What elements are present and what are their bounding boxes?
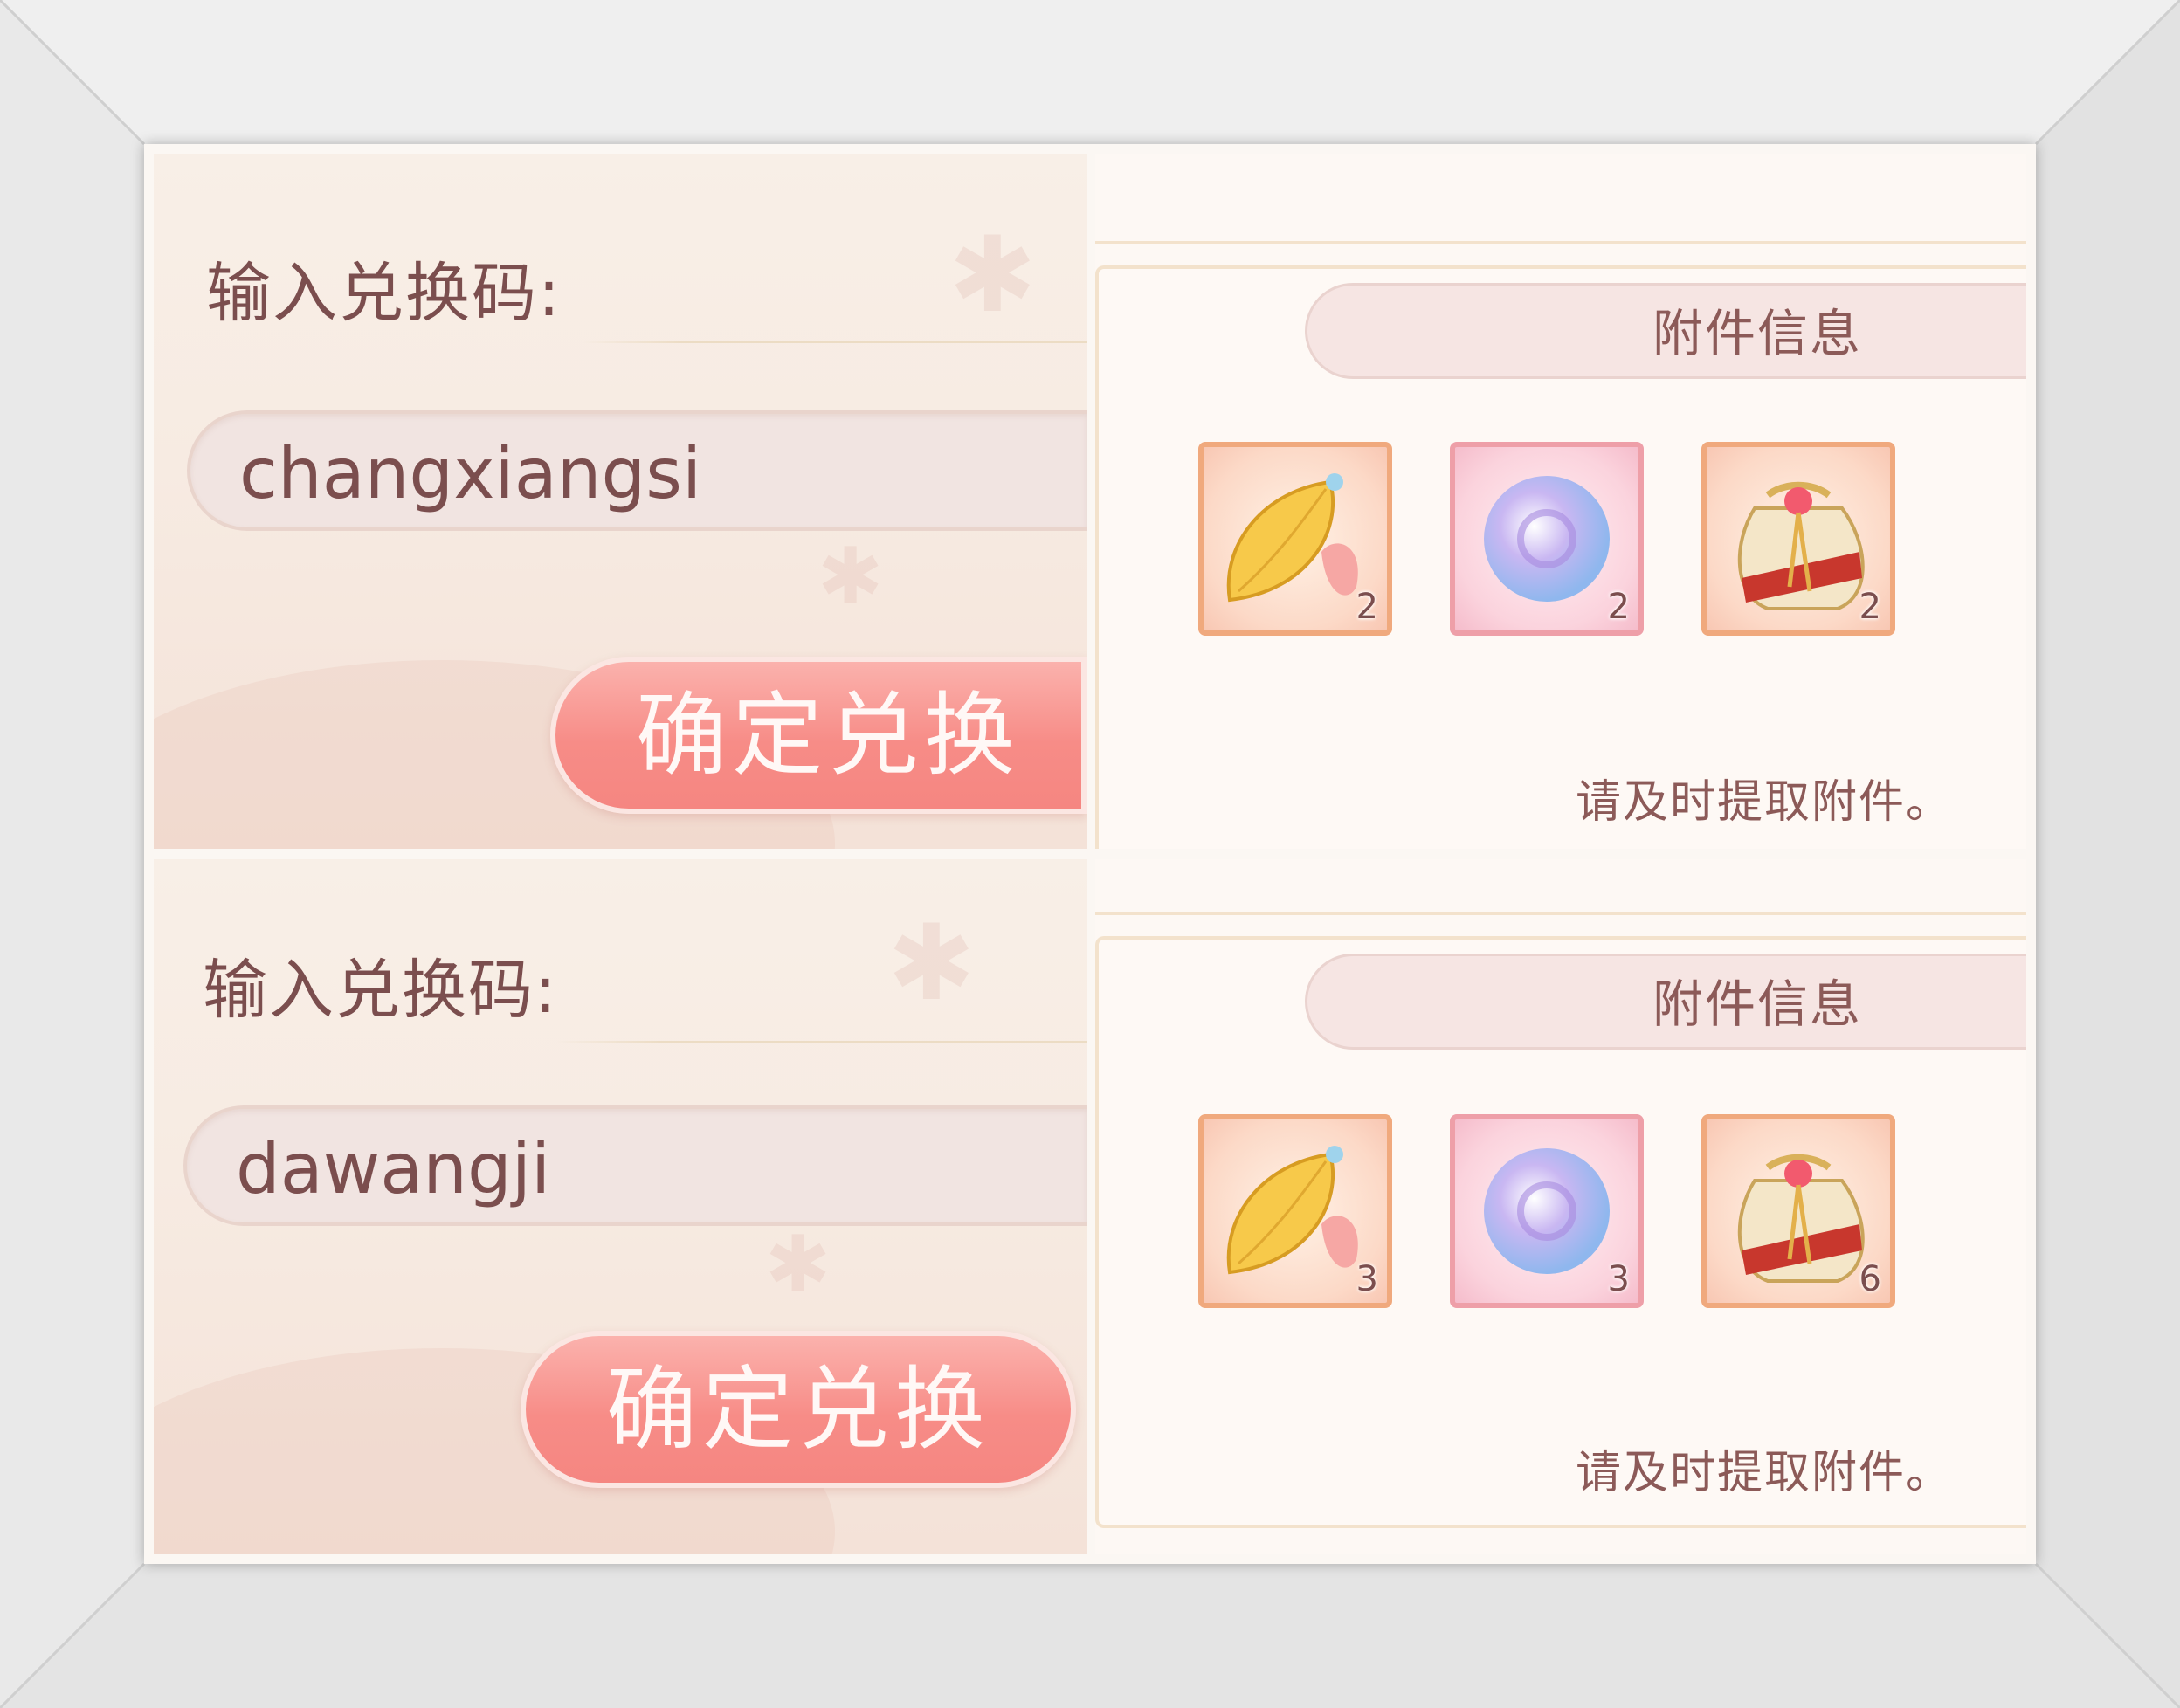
- item-count: 2: [1859, 587, 1881, 627]
- reward-item-2[interactable]: 3: [1450, 1114, 1644, 1308]
- redeem-panel-bottom: ✱ ✱ 输入兑换码: dawangji 确定兑换: [154, 859, 1087, 1554]
- item-count: 6: [1859, 1259, 1881, 1299]
- redeem-panel-top: ✱ ✱ 输入兑换码: changxiangsi 确定兑换: [154, 154, 1087, 849]
- maple-leaf-icon: ✱: [765, 1219, 831, 1311]
- item-count: 3: [1356, 1259, 1378, 1299]
- item-count: 3: [1607, 1259, 1630, 1299]
- redeem-code-input[interactable]: dawangji: [183, 1105, 1087, 1226]
- item-count: 2: [1356, 587, 1378, 627]
- mail-body-strip: [1095, 859, 2026, 915]
- attachment-panel-bottom: 附件信息 3 3 6 请及时提取附件。: [1095, 859, 2026, 1554]
- maple-leaf-icon: ✱: [887, 903, 976, 1024]
- code-label: 输入兑换码:: [203, 953, 558, 1028]
- reward-item-1[interactable]: 3: [1198, 1114, 1392, 1308]
- maple-leaf-icon: ✱: [949, 215, 1037, 336]
- item-count: 2: [1607, 587, 1630, 627]
- divider: [582, 341, 1087, 343]
- reward-item-3[interactable]: 6: [1701, 1114, 1895, 1308]
- collect-notice: 请及时提取附件。: [1576, 1447, 1954, 1499]
- reward-item-1[interactable]: 2: [1198, 442, 1392, 636]
- confirm-redeem-button[interactable]: 确定兑换: [521, 1331, 1076, 1488]
- divider: [555, 1041, 1087, 1043]
- attachment-title: 附件信息: [1305, 954, 2026, 1050]
- collect-notice: 请及时提取附件。: [1576, 776, 1954, 829]
- attachment-panel-top: 附件信息 2 2 2 请及时提取附件。: [1095, 154, 2026, 849]
- reward-item-3[interactable]: 2: [1701, 442, 1895, 636]
- mail-body-strip: [1095, 154, 2026, 244]
- confirm-redeem-button[interactable]: 确定兑换: [550, 657, 1087, 814]
- reward-item-2[interactable]: 2: [1450, 442, 1644, 636]
- attachment-title: 附件信息: [1305, 283, 2026, 379]
- maple-leaf-icon: ✱: [818, 531, 884, 623]
- redeem-code-input[interactable]: changxiangsi: [187, 410, 1087, 531]
- code-label: 输入兑换码:: [206, 256, 562, 331]
